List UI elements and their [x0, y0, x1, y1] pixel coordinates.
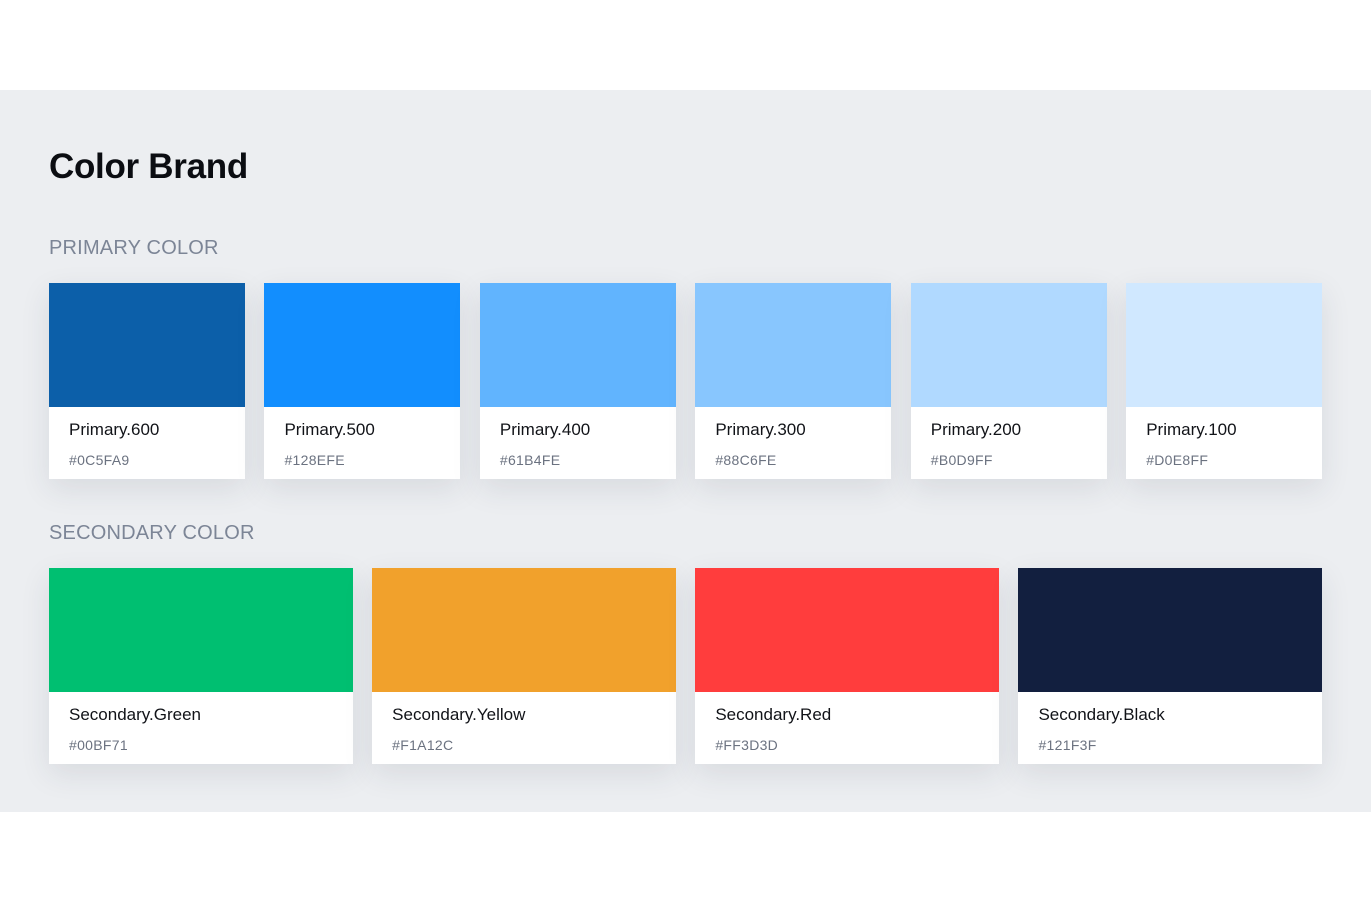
color-name: Primary.500	[284, 420, 375, 439]
color-hex: #128EFE	[284, 452, 345, 468]
color-swatch	[372, 568, 676, 692]
color-hex: #88C6FE	[715, 452, 777, 468]
page-title: Color Brand	[49, 147, 248, 186]
color-hex: #61B4FE	[499, 452, 561, 468]
color-card-secondary-black: Secondary.Black #121F3F	[1018, 568, 1323, 764]
color-hex: #D0E8FF	[1146, 452, 1209, 468]
secondary-section-label: SECONDARY COLOR	[49, 522, 255, 544]
color-hex: #B0D9FF	[930, 452, 993, 468]
color-card-primary-200: Primary.200 #B0D9FF	[910, 283, 1107, 479]
color-swatch	[1018, 568, 1323, 692]
color-swatch	[1126, 283, 1323, 407]
color-hex: #0C5FA9	[69, 452, 130, 468]
color-swatch	[49, 283, 245, 407]
color-name: Primary.300	[715, 420, 806, 439]
color-card-primary-400: Primary.400 #61B4FE	[479, 283, 676, 479]
color-name: Primary.200	[930, 420, 1022, 439]
color-card-secondary-red: Secondary.Red #FF3D3D	[695, 568, 999, 764]
color-name: Primary.400	[499, 420, 591, 439]
color-card-primary-300: Primary.300 #88C6FE	[695, 283, 892, 479]
color-name: Primary.600	[69, 420, 160, 439]
color-card-secondary-green: Secondary.Green #00BF71	[49, 568, 353, 764]
color-card-secondary-yellow: Secondary.Yellow #F1A12C	[372, 568, 676, 764]
color-name: Secondary.Green	[69, 705, 201, 724]
color-swatch	[49, 568, 353, 692]
color-hex: #121F3F	[1038, 737, 1097, 753]
color-name: Secondary.Red	[715, 705, 832, 724]
primary-section-label: PRIMARY COLOR	[49, 237, 219, 259]
color-name: Secondary.Yellow	[392, 705, 526, 724]
color-card-primary-600: Primary.600 #0C5FA9	[49, 283, 245, 479]
color-swatch	[695, 568, 999, 692]
secondary-color-row: Secondary.Green #00BF71 Secondary.Yellow…	[49, 568, 1323, 764]
color-name: Secondary.Black	[1038, 705, 1165, 724]
color-swatch	[695, 283, 892, 407]
color-hex: #FF3D3D	[715, 737, 779, 753]
color-swatch	[910, 283, 1107, 407]
color-hex: #00BF71	[69, 737, 128, 753]
primary-color-row: Primary.600 #0C5FA9 Primary.500 #128EFE …	[49, 283, 1323, 479]
color-card-primary-100: Primary.100 #D0E8FF	[1126, 283, 1323, 479]
color-name: Primary.100	[1146, 420, 1237, 439]
color-card-primary-500: Primary.500 #128EFE	[264, 283, 461, 479]
color-swatch	[264, 283, 461, 407]
color-hex: #F1A12C	[392, 737, 454, 753]
color-swatch	[479, 283, 676, 407]
